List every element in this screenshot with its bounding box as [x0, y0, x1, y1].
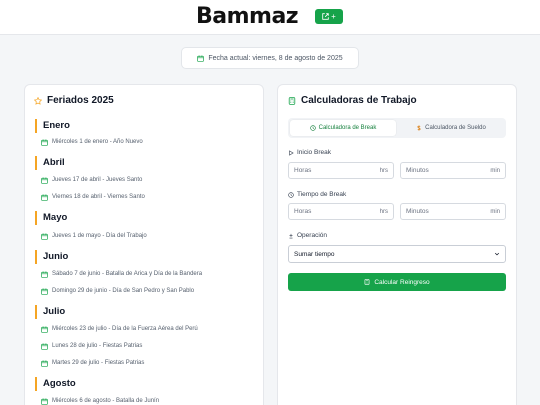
calendar-icon: [41, 177, 48, 184]
operation-selected-value: Sumar tiempo: [294, 250, 335, 258]
holiday-item: Lunes 28 de julio - Fiestas Patrias: [41, 342, 142, 350]
hours-unit: hrs: [379, 208, 388, 215]
current-date-text: Fecha actual: viernes, 8 de agosto de 20…: [208, 54, 343, 62]
operation-label-text: Operación: [297, 232, 327, 239]
tab-label: Calculadora de Sueldo: [425, 125, 486, 131]
minutes-placeholder: Minutos: [406, 208, 429, 215]
operation-select[interactable]: Sumar tiempo: [288, 245, 506, 263]
hours-placeholder: Horas: [294, 208, 312, 215]
external-link-icon: [322, 13, 329, 20]
dollar-icon: [417, 125, 421, 131]
holiday-item: Jueves 17 de abril - Jueves Santo: [41, 176, 142, 184]
holiday-text: Jueves 1 de mayo - Día del Trabajo: [52, 233, 147, 239]
minutes-unit: min: [490, 167, 500, 174]
open-external-label: +: [331, 12, 336, 21]
open-external-button[interactable]: +: [315, 9, 343, 24]
holiday-text: Domingo 29 de junio - Día de San Pedro y…: [52, 288, 195, 294]
clock-icon: [288, 191, 294, 198]
holiday-text: Miércoles 1 de enero - Año Nuevo: [52, 139, 143, 145]
holiday-text: Miércoles 23 de julio - Día de la Fuerza…: [52, 326, 198, 332]
month-heading-mayo: Mayo: [35, 211, 67, 225]
minutes-unit: min: [490, 208, 500, 215]
holiday-item: Domingo 29 de junio - Día de San Pedro y…: [41, 287, 194, 295]
top-navbar: Bammaz +: [0, 0, 540, 35]
holidays-title-text: Feriados 2025: [47, 95, 114, 106]
calendar-icon: [197, 55, 205, 62]
holiday-item: Sábado 7 de junio - Batalla de Arica y D…: [41, 270, 202, 278]
star-icon: [34, 96, 42, 105]
calendar-icon: [41, 139, 48, 146]
holidays-title: Feriados 2025: [34, 95, 114, 106]
holiday-item: Viernes 18 de abril - Viernes Santo: [41, 193, 145, 201]
plus-minus-icon: [289, 233, 293, 238]
holiday-text: Sábado 7 de junio - Batalla de Arica y D…: [52, 271, 203, 277]
calendar-icon: [41, 360, 48, 367]
play-icon: [289, 149, 294, 156]
holiday-text: Lunes 28 de julio - Fiestas Patrias: [52, 343, 143, 349]
break-time-label: Tiempo de Break: [288, 191, 346, 198]
calculate-return-label: Calcular Reingreso: [374, 278, 430, 286]
tab-salary-calculator[interactable]: Calculadora de Sueldo: [398, 120, 504, 136]
break-time-hours-input[interactable]: Horas hrs: [288, 203, 394, 220]
calendar-icon: [41, 194, 48, 201]
holiday-text: Jueves 17 de abril - Jueves Santo: [52, 177, 143, 183]
break-start-minutes-input[interactable]: Minutos min: [400, 162, 506, 179]
break-time-minutes-input[interactable]: Minutos min: [400, 203, 506, 220]
hours-unit: hrs: [379, 167, 388, 174]
holiday-text: Martes 29 de julio - Fiestas Patrias: [52, 360, 145, 366]
break-start-hours-input[interactable]: Horas hrs: [288, 162, 394, 179]
tab-label: Calculadora de Break: [318, 125, 377, 131]
calculators-title-text: Calculadoras de Trabajo: [301, 95, 417, 106]
operation-label: Operación: [288, 232, 327, 239]
holidays-card: Feriados 2025 Enero Miércoles 1 de enero…: [24, 84, 264, 405]
holiday-item: Miércoles 1 de enero - Año Nuevo: [41, 138, 143, 146]
calculator-tabs: Calculadora de Break Calculadora de Suel…: [288, 118, 506, 138]
current-date-banner: Fecha actual: viernes, 8 de agosto de 20…: [181, 47, 359, 69]
holiday-item: Miércoles 23 de julio - Día de la Fuerza…: [41, 325, 198, 333]
hours-placeholder: Horas: [294, 167, 312, 174]
calendar-icon: [41, 233, 48, 240]
holiday-text: Miércoles 6 de agosto - Batalla de Junín: [52, 398, 160, 404]
month-heading-enero: Enero: [35, 119, 70, 133]
clock-icon: [309, 125, 316, 131]
holiday-item: Martes 29 de julio - Fiestas Patrias: [41, 359, 144, 367]
calendar-icon: [41, 398, 48, 405]
break-start-label-text: Inicio Break: [297, 149, 331, 156]
minutes-placeholder: Minutos: [406, 167, 429, 174]
tab-break-calculator[interactable]: Calculadora de Break: [290, 120, 396, 136]
holiday-item: Miércoles 6 de agosto - Batalla de Junín: [41, 397, 159, 405]
calculator-icon: [364, 279, 370, 285]
calendar-icon: [41, 343, 48, 350]
calculators-card: Calculadoras de Trabajo Calculadora de B…: [277, 84, 517, 405]
calculators-title: Calculadoras de Trabajo: [288, 95, 417, 106]
break-start-label: Inicio Break: [288, 149, 331, 156]
holiday-text: Viernes 18 de abril - Viernes Santo: [52, 194, 145, 200]
app-logo[interactable]: Bammaz: [196, 4, 299, 30]
month-heading-abril: Abril: [35, 156, 65, 170]
month-heading-junio: Junio: [35, 250, 68, 264]
calculator-icon: [288, 96, 296, 105]
month-heading-agosto: Agosto: [35, 377, 76, 391]
chevron-down-icon: [494, 252, 500, 256]
holiday-item: Jueves 1 de mayo - Día del Trabajo: [41, 232, 147, 240]
month-heading-julio: Julio: [35, 305, 65, 319]
calendar-icon: [41, 271, 48, 278]
calculate-return-button[interactable]: Calcular Reingreso: [288, 273, 506, 291]
calendar-icon: [41, 326, 48, 333]
break-time-label-text: Tiempo de Break: [297, 191, 347, 198]
calendar-icon: [41, 288, 48, 295]
